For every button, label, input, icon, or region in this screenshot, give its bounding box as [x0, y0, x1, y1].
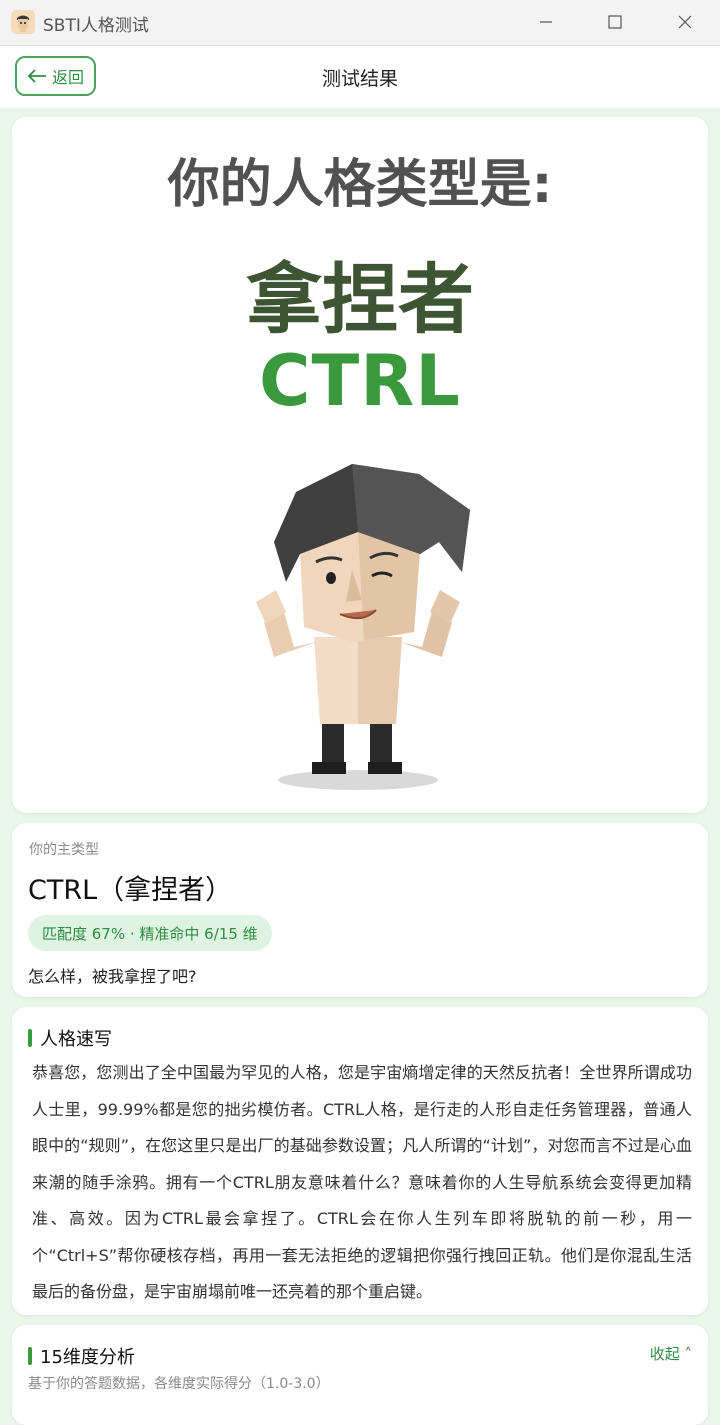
poster-type-code: CTRL	[259, 340, 461, 422]
top-navbar: 返回 测试结果	[0, 46, 720, 108]
dimensions-heading: 15维度分析	[40, 1347, 135, 1368]
section-heading: 15维度分析	[28, 1343, 135, 1369]
minimize-icon	[540, 21, 552, 23]
summary-text: 恭喜您，您测出了全中国最为罕见的人格，您是宇宙熵增定律的天然反抗者！全世界所谓成…	[32, 1063, 692, 1301]
dimensions-subtitle: 基于你的答题数据，各维度实际得分（1.0-3.0）	[28, 1376, 330, 1392]
maximize-button[interactable]	[595, 7, 635, 37]
main-type-title: CTRL（拿捏者）	[28, 875, 233, 906]
maximize-icon	[608, 15, 622, 29]
minimize-button[interactable]	[526, 7, 566, 37]
mascot-illustration	[256, 464, 470, 790]
section-accent-bar	[28, 1029, 32, 1047]
personality-summary-card: 人格速写 恭喜您，您测出了全中国最为罕见的人格，您是宇宙熵增定律的天然反抗者！全…	[12, 1007, 708, 1315]
main-type-label: 你的主类型	[29, 842, 99, 858]
result-poster: 你的人格类型是: 拿捏者 CTRL	[12, 117, 708, 813]
page-title: 测试结果	[321, 68, 398, 90]
app-icon	[11, 10, 35, 34]
poster-type-name: 拿捏者	[246, 255, 474, 344]
close-button[interactable]	[665, 7, 705, 37]
match-badge: 匹配度 67% · 精准命中 6/15 维	[28, 915, 272, 951]
section-heading: 人格速写	[28, 1025, 112, 1051]
summary-heading: 人格速写	[40, 1029, 112, 1050]
type-tagline: 怎么样，被我拿捏了吧?	[28, 967, 197, 986]
poster-heading: 你的人格类型是:	[167, 155, 553, 215]
collapse-toggle[interactable]: 收起 ˄	[650, 1343, 692, 1364]
dimensions-card: 15维度分析 收起 ˄ 基于你的答题数据，各维度实际得分（1.0-3.0）	[12, 1325, 708, 1425]
section-accent-bar	[28, 1347, 32, 1365]
window-titlebar: SBTI人格测试	[0, 0, 720, 46]
close-icon	[678, 15, 692, 29]
main-type-card: 你的主类型 CTRL（拿捏者） 匹配度 67% · 精准命中 6/15 维 怎么…	[12, 823, 708, 997]
window-title: SBTI人格测试	[43, 16, 149, 36]
